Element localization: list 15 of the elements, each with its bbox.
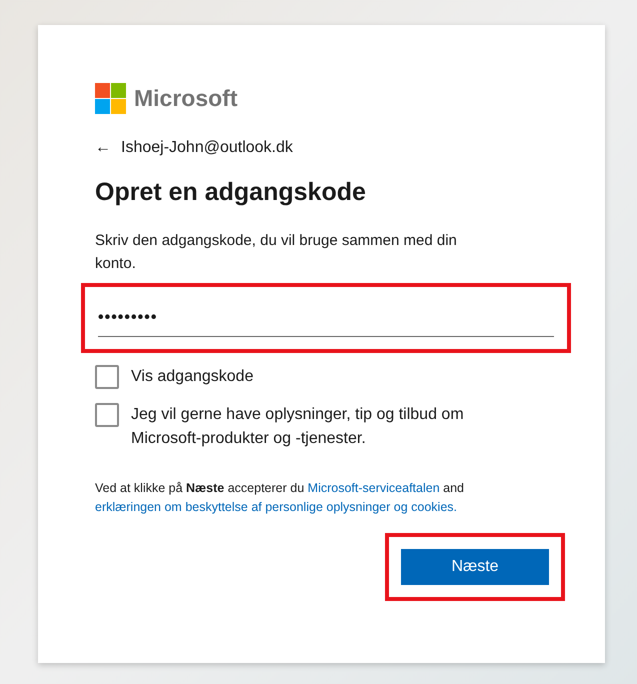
terms-text: Ved at klikke på Næste accepterer du Microsoft-serviceaftalen and erklæringen om beskyttelse af personlige oplysninger og cookies. <box>95 480 465 516</box>
brand-name: Microsoft <box>134 84 238 113</box>
account-email: Ishoej-John@outlook.dk <box>121 138 293 158</box>
next-button[interactable]: Næste <box>401 549 549 585</box>
checkbox[interactable] <box>95 403 119 427</box>
service-agreement-link[interactable]: Microsoft-serviceaftalen <box>308 481 440 495</box>
checkbox[interactable] <box>95 365 119 389</box>
page-title: Opret en adgangskode <box>95 176 367 208</box>
checkbox-label: Vis adgangskode <box>131 367 254 387</box>
privacy-statement-link[interactable]: erklæringen om beskyttelse af personlige oplysninger og cookies. <box>95 500 457 514</box>
password-field[interactable]: ••••••••• <box>98 303 554 337</box>
logo-icon <box>95 82 126 114</box>
checkbox-label: Jeg vil gerne have oplysninger, tip og tilbud om Microsoft-produkter og -tjenester. <box>131 405 465 449</box>
back-arrow-icon[interactable]: ← <box>95 136 111 160</box>
instruction-text: Skriv den adgangskode, du vil bruge sammen med din konto. <box>95 231 458 274</box>
